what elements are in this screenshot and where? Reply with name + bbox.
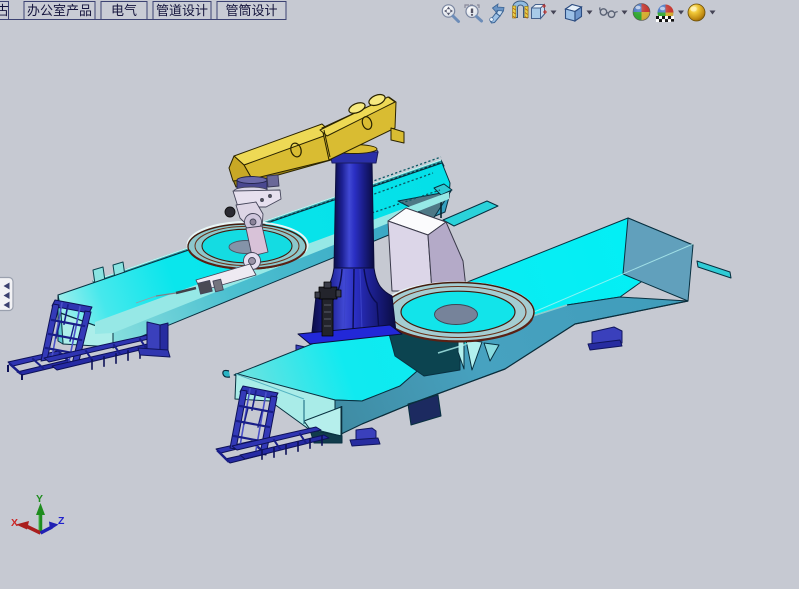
svg-text:Z: Z [58, 515, 65, 527]
svg-text:古: 古 [0, 3, 9, 18]
svg-text:电气: 电气 [111, 3, 137, 18]
svg-text:办公室产品: 办公室产品 [27, 3, 92, 18]
svg-text:Y: Y [36, 493, 43, 505]
svg-text:X: X [11, 517, 18, 529]
svg-text:管道设计: 管道设计 [156, 3, 208, 18]
svg-text:管筒设计: 管筒设计 [225, 3, 277, 18]
